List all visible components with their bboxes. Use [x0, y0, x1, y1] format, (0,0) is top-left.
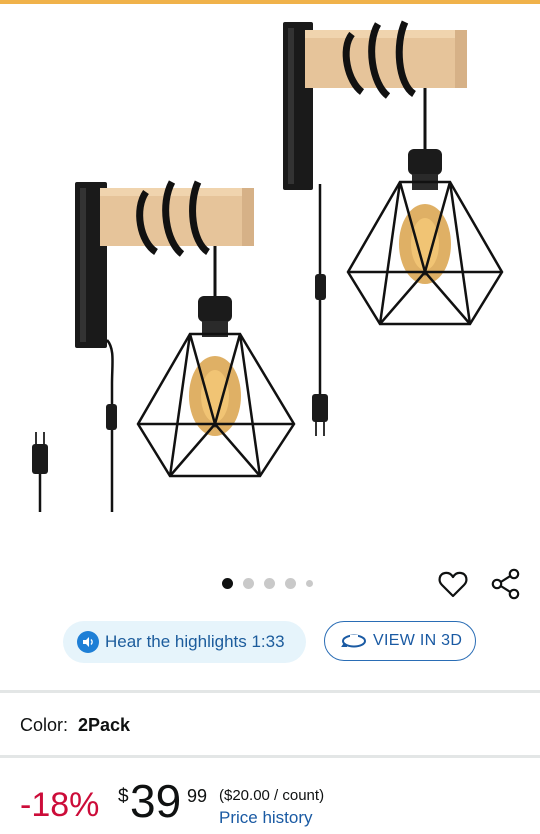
hear-highlights-label: Hear the highlights 1:33 [105, 632, 285, 651]
view-in-3d-label: VIEW IN 3D [373, 632, 463, 649]
carousel-dot-4[interactable] [285, 578, 296, 589]
carousel-dot-2[interactable] [243, 578, 254, 589]
variant-label: Color: [20, 715, 69, 735]
unit-price: ($20.00 / count) [219, 787, 325, 804]
carousel-dot-3[interactable] [264, 578, 275, 589]
product-image[interactable] [0, 4, 540, 560]
speaker-icon [77, 631, 99, 653]
heart-outline-icon[interactable] [437, 568, 469, 600]
price-whole: 39 [130, 775, 182, 827]
price-currency: $ [118, 786, 129, 807]
discount-percent: -18% [20, 786, 100, 824]
price-history-link[interactable]: Price history [219, 808, 313, 828]
variant-row[interactable]: Color: 2Pack [20, 715, 130, 736]
hear-highlights-button[interactable]: Hear the highlights 1:33 [63, 621, 306, 663]
carousel-dot-5[interactable] [306, 580, 313, 587]
rotate-3d-icon [341, 634, 366, 648]
share-icon[interactable] [489, 567, 523, 601]
carousel-dot-1[interactable] [222, 578, 233, 589]
variant-value: 2Pack [78, 715, 131, 735]
image-carousel-dots[interactable] [222, 578, 313, 589]
price-fraction: 99 [187, 786, 208, 806]
view-in-3d-button[interactable]: VIEW IN 3D [324, 621, 476, 661]
section-divider [0, 690, 540, 693]
section-divider [0, 755, 540, 758]
